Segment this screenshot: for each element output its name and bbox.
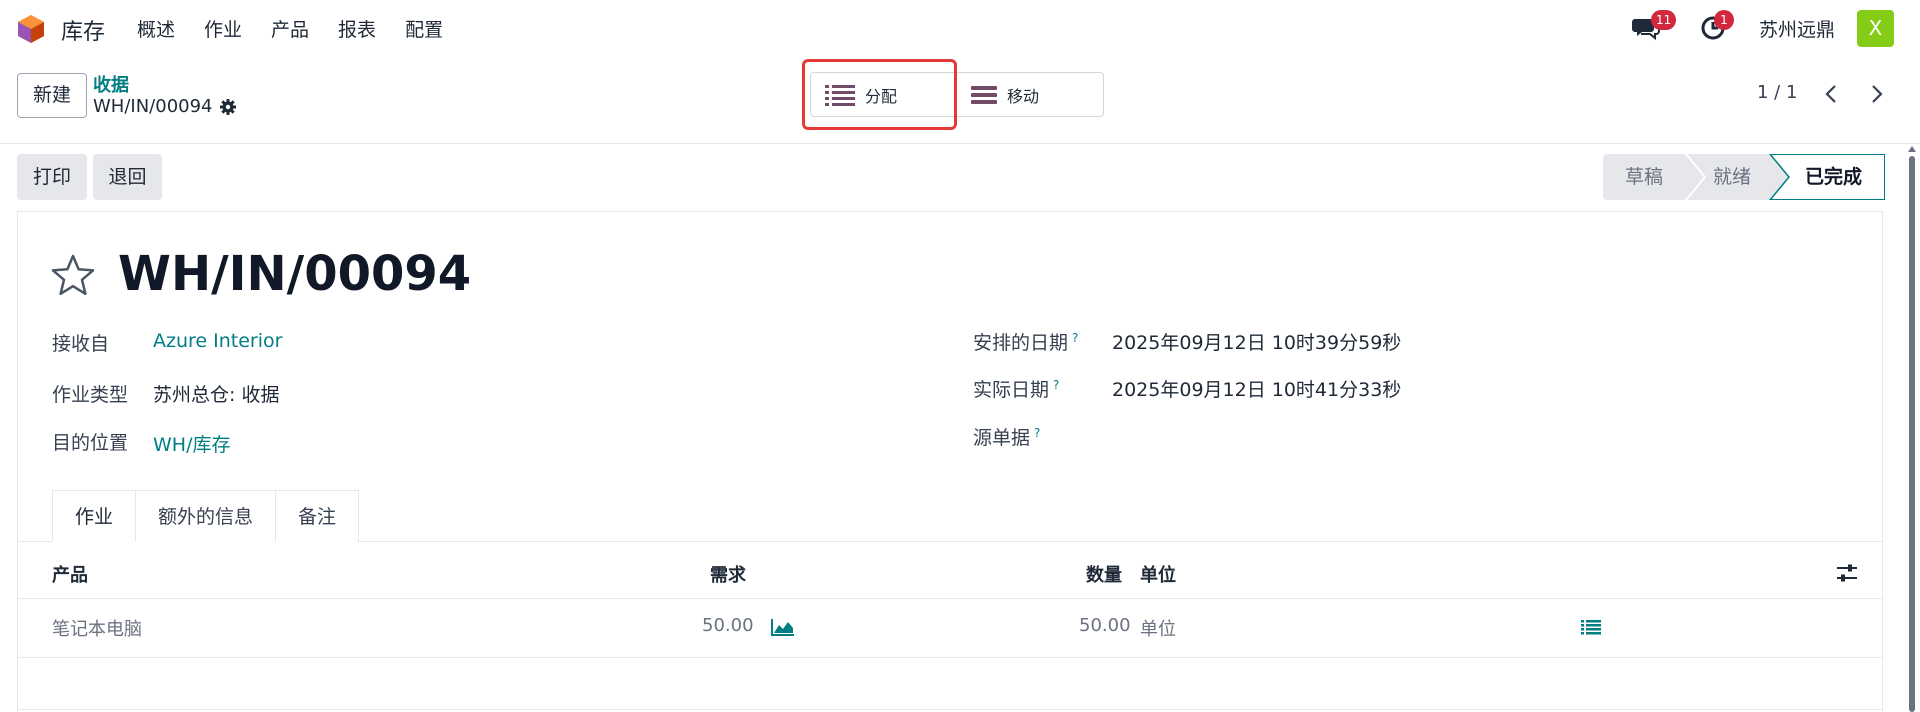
- detailed-operations-icon[interactable]: [1581, 619, 1601, 635]
- column-header-uom[interactable]: 单位: [1140, 561, 1176, 587]
- cell-product[interactable]: 笔记本电脑: [52, 615, 142, 641]
- tab-note[interactable]: 备注: [275, 490, 360, 542]
- field-label-destination: 目的位置: [52, 432, 129, 454]
- user-avatar[interactable]: X: [1857, 10, 1894, 47]
- pager-next-icon[interactable]: [1864, 80, 1888, 108]
- print-button[interactable]: 打印: [17, 154, 87, 200]
- menu-item-reporting[interactable]: 报表: [338, 15, 376, 42]
- tab-operations[interactable]: 作业: [52, 490, 137, 542]
- cell-uom[interactable]: 单位: [1140, 615, 1176, 641]
- notebook-tabs: 作业 额外的信息 备注: [52, 490, 360, 542]
- field-label-partner: 接收自: [52, 333, 110, 355]
- help-tooltip-icon[interactable]: ?: [1053, 378, 1059, 392]
- column-header-product[interactable]: 产品: [52, 561, 88, 587]
- inventory-app-logo-icon[interactable]: [16, 14, 46, 44]
- cell-demand[interactable]: 50.00: [702, 615, 754, 636]
- field-value-effective-date[interactable]: 2025年09月12日 10时41分33秒: [1112, 375, 1401, 402]
- menu-item-products[interactable]: 产品: [271, 15, 309, 42]
- menu-item-operations[interactable]: 作业: [204, 15, 242, 42]
- field-label-effective-date: 实际日期?: [973, 375, 1059, 402]
- breadcrumb-parent[interactable]: 收据: [93, 71, 129, 97]
- cell-quantity[interactable]: 50.00: [1079, 615, 1131, 636]
- field-label-scheduled-date: 安排的日期?: [973, 328, 1078, 355]
- forecast-chart-icon[interactable]: [771, 618, 795, 636]
- status-divider-2: [1769, 154, 1790, 200]
- field-value-scheduled-date[interactable]: 2025年09月12日 10时39分59秒: [1112, 328, 1401, 355]
- status-bar: 草稿 就绪 已完成: [1603, 154, 1885, 200]
- messages-count-badge: 11: [1651, 10, 1677, 30]
- new-button[interactable]: 新建: [17, 73, 87, 118]
- field-label-source-document: 源单据?: [973, 423, 1040, 450]
- company-switcher[interactable]: 苏州远鼎: [1759, 15, 1835, 42]
- app-name[interactable]: 库存: [61, 14, 105, 46]
- effective-date-label-text: 实际日期: [973, 379, 1050, 401]
- help-tooltip-icon[interactable]: ?: [1034, 426, 1040, 440]
- top-navbar: 库存 概述 作业 产品 报表 配置 11 1 苏州远鼎 X: [0, 0, 1920, 56]
- field-label-operation-type: 作业类型: [52, 384, 129, 406]
- breadcrumb-current: WH/IN/00094: [93, 96, 237, 117]
- status-draft[interactable]: 草稿: [1603, 154, 1685, 200]
- breadcrumb-current-label: WH/IN/00094: [93, 96, 213, 117]
- pager-value[interactable]: 1 / 1: [1757, 82, 1797, 103]
- menu-item-overview[interactable]: 概述: [137, 15, 175, 42]
- return-button[interactable]: 退回: [93, 154, 162, 200]
- menu-item-configuration[interactable]: 配置: [405, 15, 443, 42]
- status-divider-1: [1685, 154, 1707, 200]
- pager-previous-icon[interactable]: [1820, 80, 1844, 108]
- moves-view-label: 移动: [1007, 86, 1040, 106]
- help-tooltip-icon[interactable]: ?: [1072, 331, 1078, 345]
- column-header-quantity[interactable]: 数量: [1086, 561, 1122, 587]
- table-header-divider: [17, 598, 1883, 599]
- table-row-divider: [17, 657, 1883, 658]
- highlight-box: [802, 59, 957, 130]
- tab-additional-info[interactable]: 额外的信息: [135, 490, 277, 542]
- page-scrollbar[interactable]: [1906, 144, 1918, 712]
- main-menu: 概述 作业 产品 报表 配置: [137, 15, 472, 42]
- activities-count-badge: 1: [1714, 10, 1734, 30]
- favorite-star-icon[interactable]: [50, 253, 96, 297]
- moves-view-button[interactable]: 移动: [971, 73, 1039, 116]
- column-header-demand[interactable]: 需求: [710, 561, 746, 587]
- scheduled-date-label-text: 安排的日期: [973, 332, 1069, 354]
- optional-columns-toggle-icon[interactable]: [1836, 563, 1858, 583]
- gear-icon[interactable]: [219, 98, 237, 116]
- field-value-partner[interactable]: Azure Interior: [153, 330, 282, 352]
- table-footer-divider: [17, 709, 1883, 710]
- field-value-operation-type[interactable]: 苏州总仓: 收据: [153, 380, 279, 407]
- field-value-destination[interactable]: WH/库存: [153, 430, 230, 457]
- bars-icon: [971, 85, 997, 104]
- source-document-label-text: 源单据: [973, 427, 1031, 449]
- record-title: WH/IN/00094: [118, 246, 472, 302]
